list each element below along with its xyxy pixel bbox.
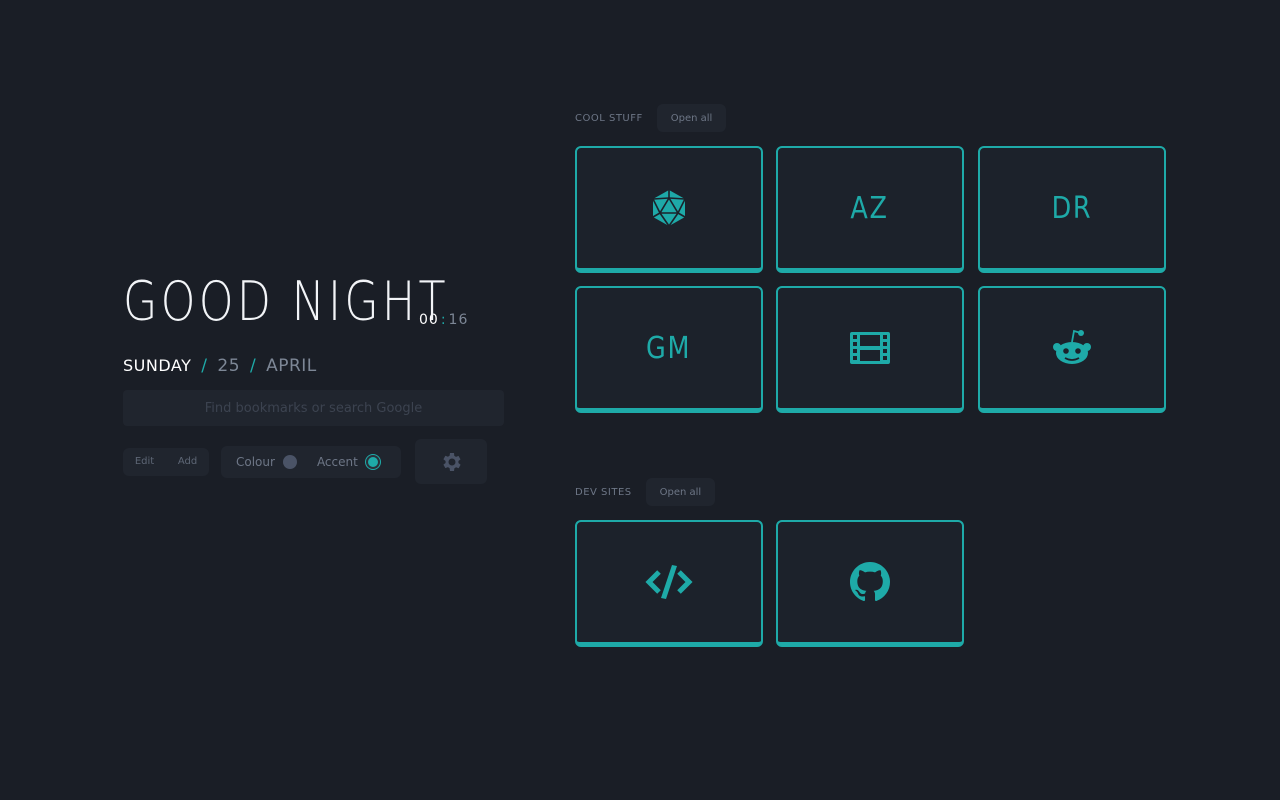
bookmark-card-film[interactable] bbox=[776, 286, 964, 413]
theme-toggles: Colour Accent bbox=[221, 445, 401, 478]
section-header-cool-stuff: COOL STUFF Open all bbox=[575, 104, 727, 132]
open-all-button[interactable]: Open all bbox=[656, 104, 727, 132]
bookmark-card-gm[interactable]: GM bbox=[575, 286, 763, 413]
date-number: 25 bbox=[217, 356, 241, 376]
greeting-row: GOOD NIGHT 00:16 bbox=[123, 270, 503, 334]
bookmark-card-github[interactable] bbox=[776, 520, 964, 647]
gear-icon bbox=[443, 452, 461, 471]
section-header-dev-sites: DEV SITES Open all bbox=[575, 478, 716, 506]
accent-label: Accent bbox=[316, 454, 358, 469]
left-panel: GOOD NIGHT 00:16 SUNDAY / 25 / APRIL Edi… bbox=[123, 270, 504, 484]
date-slash: / bbox=[249, 356, 257, 376]
card-label: DR bbox=[1051, 190, 1093, 226]
bookmark-card-az[interactable]: AZ bbox=[776, 146, 964, 273]
section-title: COOL STUFF bbox=[575, 112, 643, 124]
add-button[interactable]: Add bbox=[178, 456, 197, 467]
start-page: GOOD NIGHT 00:16 SUNDAY / 25 / APRIL Edi… bbox=[0, 0, 1280, 800]
d20-dice-icon bbox=[652, 190, 686, 227]
bookmark-card-dr[interactable]: DR bbox=[978, 146, 1166, 273]
bookmark-card-reddit[interactable] bbox=[978, 286, 1166, 413]
accent-toggle[interactable] bbox=[365, 454, 380, 469]
date-slash: / bbox=[201, 356, 208, 376]
section-title: DEV SITES bbox=[575, 486, 632, 498]
clock-minutes: 16 bbox=[448, 312, 469, 328]
date-month: APRIL bbox=[266, 356, 317, 376]
bookmark-card-code[interactable] bbox=[575, 520, 763, 647]
greeting-title: GOOD NIGHT bbox=[123, 270, 449, 333]
reddit-icon bbox=[1053, 329, 1091, 364]
search-input[interactable] bbox=[123, 390, 504, 426]
code-icon bbox=[645, 565, 693, 599]
colour-label: Colour bbox=[236, 454, 275, 469]
bookmark-card-dice[interactable] bbox=[575, 146, 763, 273]
film-icon bbox=[850, 332, 890, 364]
date-line: SUNDAY / 25 / APRIL bbox=[123, 356, 503, 376]
edit-button[interactable]: Edit bbox=[135, 456, 154, 467]
card-label: GM bbox=[646, 330, 692, 366]
card-label: AZ bbox=[850, 190, 890, 226]
controls-row: Edit Add Colour Accent bbox=[123, 439, 503, 484]
edit-add-group: Edit Add bbox=[123, 447, 209, 476]
date-day: SUNDAY bbox=[123, 356, 192, 375]
colour-toggle[interactable] bbox=[282, 454, 297, 469]
open-all-button[interactable]: Open all bbox=[645, 478, 716, 506]
github-icon bbox=[850, 562, 890, 602]
settings-button[interactable] bbox=[415, 439, 487, 484]
